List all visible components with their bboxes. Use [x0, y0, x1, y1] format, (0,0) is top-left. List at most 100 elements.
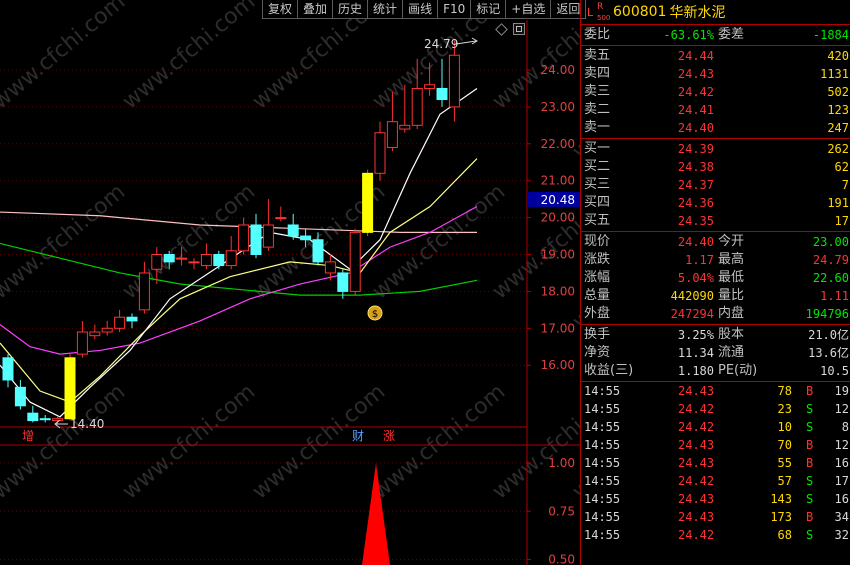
asks-row[interactable]: 卖二 24.41 123 — [581, 101, 850, 119]
candle-body — [89, 331, 101, 337]
asks-label: 卖三 — [584, 84, 611, 99]
candle-body — [250, 224, 262, 255]
asks-row[interactable]: 卖四 24.43 1131 — [581, 65, 850, 83]
bids-price: 24.37 — [677, 178, 714, 192]
asks-price: 24.43 — [677, 67, 714, 81]
tick-time: 14:55 — [584, 492, 621, 506]
bids-row[interactable]: 买三 24.37 7 — [581, 176, 850, 194]
bids-volume: 62 — [834, 160, 849, 174]
candle-body — [287, 224, 299, 237]
candle-body — [275, 217, 287, 220]
quote-value: 5.04% — [677, 271, 714, 285]
tick-count: 34 — [834, 510, 849, 524]
price-axis-label: 22.00 — [541, 137, 575, 151]
tick-count: 19 — [834, 384, 849, 398]
bids-label: 买四 — [584, 195, 611, 210]
candle-body — [337, 272, 349, 292]
candle-body — [386, 121, 398, 148]
candle-body — [238, 224, 250, 252]
tick-side: B — [806, 384, 814, 398]
quote-label: 涨跌 — [584, 252, 611, 267]
candle-body — [114, 316, 126, 329]
tick-time: 14:55 — [584, 474, 621, 488]
tick-row[interactable]: 14:55 24.43 70 B 12 — [581, 436, 850, 454]
tick-volume: 70 — [777, 438, 792, 452]
tick-row[interactable]: 14:55 24.43 55 B 16 — [581, 454, 850, 472]
chart-toolbar: 复权 叠加 历史 统计 画线 F10 标记 +自选 返回 — [262, 0, 587, 19]
price-axis-label: 24.00 — [541, 63, 575, 77]
market-r-label: R — [597, 2, 604, 12]
tick-price: 24.43 — [678, 438, 715, 452]
quote-value: 1.17 — [685, 253, 714, 267]
tick-time: 14:55 — [584, 456, 621, 470]
high-price-annotation: 24.79 — [424, 37, 458, 51]
toolbar-button-7[interactable]: +自选 — [505, 0, 551, 19]
asks-row[interactable]: 卖一 24.40 247 — [581, 119, 850, 137]
tick-side: S — [806, 474, 814, 488]
tick-side: S — [806, 420, 814, 434]
tick-row[interactable]: 14:55 24.42 57 S 17 — [581, 472, 850, 490]
fundamental-row: 换手 3.25% 股本 21.0亿 — [581, 326, 850, 344]
tick-list[interactable]: 14:55 24.43 78 B 19 14:55 24.42 23 S 12 14:55 24.42… — [581, 382, 850, 544]
fundamental-label: 收益(三) — [584, 363, 634, 378]
tick-side: S — [806, 528, 814, 542]
low-price-annotation: 14.40 — [70, 417, 104, 431]
fundamental-value-2: 10.5 — [820, 364, 849, 378]
market-l-label: L — [587, 6, 594, 19]
quote-label-2: 内盘 — [718, 306, 745, 321]
toolbar-button-5[interactable]: F10 — [437, 0, 471, 19]
watermark-text: www.cfchi.com — [0, 179, 130, 304]
fundamental-row: 收益(三) 1.180 PE(动) 10.5 — [581, 362, 850, 380]
toolbar-button-0[interactable]: 复权 — [262, 0, 298, 19]
tick-count: 12 — [834, 402, 849, 416]
quote-panel: L R 500 600801 华新水泥 委比 -63.61% 委差 -1884 … — [580, 0, 850, 565]
bids-row[interactable]: 买四 24.36 191 — [581, 194, 850, 212]
tick-count: 8 — [841, 420, 849, 434]
quote-summary: 现价 24.40 今开 23.00 涨跌 1.17 最高 24.79 涨幅 5.04% 最低 22.6… — [581, 232, 850, 325]
tick-row[interactable]: 14:55 24.42 10 S 8 — [581, 418, 850, 436]
bids-label: 买二 — [584, 159, 611, 174]
tick-count: 32 — [834, 528, 849, 542]
toolbar-button-4[interactable]: 画线 — [402, 0, 438, 19]
tick-price: 24.43 — [678, 510, 715, 524]
tick-row[interactable]: 14:55 24.42 68 S 32 — [581, 526, 850, 544]
market-num-label: 500 — [597, 14, 611, 22]
candle-body — [138, 272, 150, 311]
bids-label: 买一 — [584, 141, 611, 156]
toolbar-button-1[interactable]: 叠加 — [297, 0, 333, 19]
bids-row[interactable]: 买二 24.38 62 — [581, 158, 850, 176]
bids-label: 买五 — [584, 213, 611, 228]
candle-body — [374, 132, 386, 174]
bids-row[interactable]: 买五 24.35 17 — [581, 212, 850, 230]
fundamentals: 换手 3.25% 股本 21.0亿 净资 11.34 流通 13.6亿 收益(三) 1.180 PE… — [581, 325, 850, 382]
toolbar-button-6[interactable]: 标记 — [470, 0, 506, 19]
toolbar-button-2[interactable]: 历史 — [332, 0, 368, 19]
tick-time: 14:55 — [584, 438, 621, 452]
window-toggle-icon[interactable] — [513, 23, 525, 35]
toolbar-button-3[interactable]: 统计 — [367, 0, 403, 19]
asks-row[interactable]: 卖三 24.42 502 — [581, 83, 850, 101]
quote-value-2: 194796 — [805, 307, 849, 321]
stock-name: 华新水泥 — [669, 5, 726, 21]
tick-volume: 23 — [777, 402, 792, 416]
tick-row[interactable]: 14:55 24.42 23 S 12 — [581, 400, 850, 418]
bids-row[interactable]: 买一 24.39 262 — [581, 140, 850, 158]
subchart-axis-label: 0.75 — [548, 504, 575, 518]
asks-volume: 420 — [827, 49, 849, 63]
tick-row[interactable]: 14:55 24.43 143 S 16 — [581, 490, 850, 508]
asks-row[interactable]: 卖五 24.44 420 — [581, 47, 850, 65]
order-diff-value: -1884 — [812, 28, 849, 42]
kline-chart[interactable]: www.cfchi.comwww.cfchi.comwww.cfchi.comw… — [0, 0, 580, 565]
money-bag-symbol: $ — [372, 309, 378, 320]
tick-row[interactable]: 14:55 24.43 78 B 19 — [581, 382, 850, 400]
tick-volume: 57 — [777, 474, 792, 488]
bid-book: 买一 24.39 262 买二 24.38 62 买三 24.37 7 买四 24.36 191 买五 2… — [581, 139, 850, 232]
candle-body — [14, 386, 26, 407]
order-ratio-label: 委比 — [584, 27, 611, 42]
stock-header: L R 500 600801 华新水泥 — [581, 0, 850, 25]
asks-volume: 123 — [827, 103, 849, 117]
tick-row[interactable]: 14:55 24.43 173 B 34 — [581, 508, 850, 526]
subchart-axis-label: 1.00 — [548, 456, 575, 470]
candle-body — [188, 261, 200, 264]
bids-volume: 262 — [827, 142, 849, 156]
